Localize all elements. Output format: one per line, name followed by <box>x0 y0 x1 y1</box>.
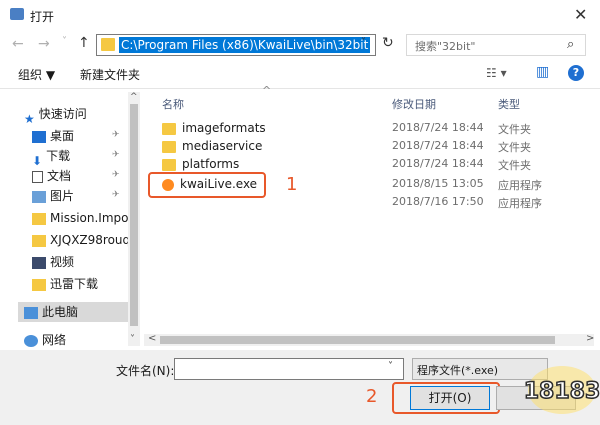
sidebar-item-desktop[interactable]: 桌面 <box>32 126 160 146</box>
scroll-up-icon[interactable]: ^ <box>130 92 138 102</box>
pin-icon: ✈ <box>112 170 120 180</box>
document-icon <box>32 170 43 183</box>
folder-icon <box>32 212 46 225</box>
scroll-left-icon[interactable]: < <box>148 333 156 344</box>
sidebar-item-xunlei[interactable]: 迅雷下载 <box>32 274 160 294</box>
file-type: 文件夹 <box>498 159 531 172</box>
file-date: 2018/7/24 18:44 <box>392 121 484 134</box>
chevron-down-icon[interactable]: ˅ <box>361 37 366 48</box>
refresh-icon[interactable]: ↻ <box>382 35 394 51</box>
help-icon[interactable]: ? <box>568 65 584 81</box>
new-folder-button[interactable]: 新建文件夹 <box>80 66 140 83</box>
title-bar: 打开 ✕ <box>0 0 600 30</box>
file-list-scrollbar-thumb[interactable] <box>160 336 555 344</box>
pin-icon: ✈ <box>112 150 120 160</box>
column-header-name[interactable]: 名称 <box>162 96 184 112</box>
annotation-step-2: 2 <box>366 386 378 407</box>
search-placeholder[interactable]: 搜索"32bit" <box>415 38 475 54</box>
file-date: 2018/7/24 18:44 <box>392 157 484 170</box>
file-date: 2018/8/15 13:05 <box>392 177 484 190</box>
organize-menu[interactable]: 组织 ▼ <box>18 66 55 83</box>
pin-icon: ✈ <box>112 130 120 140</box>
annotation-highlight-file <box>148 172 266 198</box>
pin-icon: ✈ <box>112 190 120 200</box>
sidebar-item-downloads[interactable]: ⬇ 下载 <box>32 146 160 166</box>
sidebar-item-label: 文档 <box>47 169 72 183</box>
sidebar-item-label: 网络 <box>42 333 67 347</box>
filetype-value: 程序文件(*.exe) <box>417 364 499 377</box>
file-type: 文件夹 <box>498 141 531 154</box>
column-header-type[interactable]: 类型 <box>498 96 520 112</box>
file-name: mediaservice <box>182 139 263 153</box>
file-date: 2018/7/16 17:50 <box>392 195 484 208</box>
chevron-down-icon[interactable]: ˅ <box>388 361 393 372</box>
computer-icon <box>24 306 38 319</box>
folder-icon <box>32 234 46 247</box>
preview-pane-icon[interactable]: ▥ <box>536 64 549 80</box>
watermark-logo: 18183 <box>524 366 600 414</box>
file-name: platforms <box>182 157 240 171</box>
folder-icon <box>32 278 46 291</box>
filename-input[interactable] <box>174 358 404 380</box>
desktop-icon <box>32 130 46 143</box>
sidebar-item-label: 快速访问 <box>38 107 87 121</box>
search-icon[interactable]: ⌕ <box>567 37 574 52</box>
scroll-down-icon[interactable]: ˅ <box>130 334 135 345</box>
navigation-pane: ★ 快速访问 桌面 ✈ ⬇ 下载 ✈ 文档 ✈ 图片 ✈ Mission.Impos… <box>0 90 128 347</box>
file-type: 文件夹 <box>498 123 531 136</box>
scroll-right-icon[interactable]: > <box>586 333 594 344</box>
video-icon <box>32 256 46 269</box>
folder-icon <box>162 140 176 153</box>
sidebar-item-label: 图片 <box>50 189 75 203</box>
sidebar-item-pictures[interactable]: 图片 <box>32 186 160 206</box>
sidebar-item-label: 下载 <box>46 149 71 163</box>
sidebar-item-label: 迅雷下载 <box>50 277 99 291</box>
file-type: 应用程序 <box>498 197 542 210</box>
column-header-date[interactable]: 修改日期 <box>392 96 436 112</box>
sidebar-item-xjqxz[interactable]: XJQXZ98rouqi <box>32 230 128 250</box>
star-icon: ★ <box>24 111 35 125</box>
sidebar-item-label: 视频 <box>50 255 75 269</box>
sidebar-item-label: 桌面 <box>50 129 75 143</box>
sidebar-item-mission[interactable]: Mission.Impos <box>32 208 128 228</box>
filename-label: 文件名(N): <box>116 364 175 378</box>
sidebar-item-videos[interactable]: 视频 <box>32 252 160 272</box>
sidebar-item-this-pc[interactable]: 此电脑 <box>18 302 128 322</box>
annotation-step-1: 1 <box>286 174 298 195</box>
open-button[interactable]: 打开(O) <box>410 386 490 410</box>
sidebar-item-label: 此电脑 <box>42 305 79 319</box>
file-date: 2018/7/24 18:44 <box>392 139 484 152</box>
file-name: imageformats <box>182 121 266 135</box>
back-arrow-icon[interactable]: ← <box>12 36 24 52</box>
forward-arrow-icon[interactable]: → <box>38 36 50 52</box>
network-icon <box>24 334 38 347</box>
picture-icon <box>32 190 46 203</box>
toolbar-divider <box>0 88 600 89</box>
folder-icon <box>162 158 176 171</box>
search-box[interactable]: 搜索"32bit" ⌕ <box>406 34 586 56</box>
window-title: 打开 <box>30 10 55 24</box>
sidebar-item-label: XJQXZ98rouqi <box>50 233 128 247</box>
download-icon: ⬇ <box>32 153 43 167</box>
open-dialog-icon <box>10 8 24 20</box>
address-bar[interactable]: C:\Program Files (x86)\KwaiLive\bin\32bi… <box>96 34 376 56</box>
sidebar-scrollbar-thumb[interactable] <box>130 104 138 326</box>
up-arrow-icon[interactable]: ↑ <box>78 35 90 51</box>
sidebar-item-documents[interactable]: 文档 <box>32 166 160 186</box>
close-icon[interactable]: ✕ <box>574 5 587 24</box>
sidebar-item-label: Mission.Impos <box>50 211 128 225</box>
address-path[interactable]: C:\Program Files (x86)\KwaiLive\bin\32bi… <box>119 37 371 53</box>
folder-icon <box>162 122 176 135</box>
watermark-text: 18183 <box>524 379 600 404</box>
file-type: 应用程序 <box>498 179 542 192</box>
folder-icon <box>101 38 115 51</box>
view-options-icon[interactable]: ☷ ▾ <box>486 66 507 80</box>
recent-locations-icon[interactable]: ˅ <box>62 36 67 47</box>
sort-ascending-icon: ^ <box>262 84 272 97</box>
